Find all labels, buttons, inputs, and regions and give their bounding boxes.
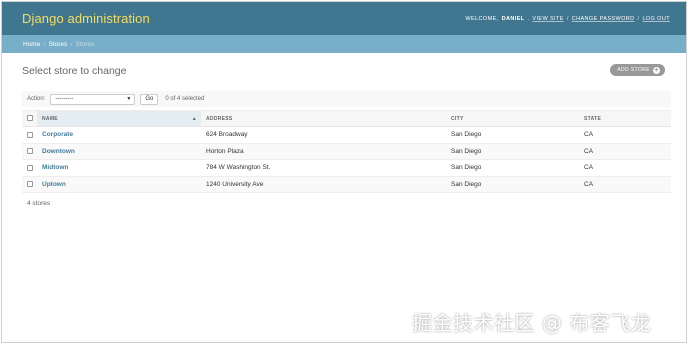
add-store-label: ADD STORE	[617, 67, 650, 73]
store-address: Horton Plaza	[201, 143, 446, 160]
select-all-header	[22, 110, 37, 127]
store-name-link[interactable]: Downtown	[42, 148, 75, 155]
view-site-link[interactable]: VIEW SITE	[532, 16, 563, 22]
row-checkbox[interactable]	[27, 148, 33, 155]
admin-header: Django administration WELCOME, DANIEL . …	[2, 2, 686, 35]
column-header-address[interactable]: ADDRESS	[201, 110, 446, 127]
table-header-row: NAME ▲ ADDRESS CITY STATE	[22, 110, 671, 127]
breadcrumb: Home › Stores › Stores	[2, 35, 686, 53]
action-select[interactable]: --------- ▼	[50, 93, 136, 105]
plus-icon: +	[653, 66, 660, 74]
column-header-city[interactable]: CITY	[446, 110, 579, 127]
change-password-link[interactable]: CHANGE PASSWORD	[572, 16, 635, 22]
page-title: Select store to change	[22, 65, 127, 77]
go-button[interactable]: Go	[140, 93, 159, 105]
logout-link[interactable]: LOG OUT	[642, 16, 670, 22]
store-city: San Diego	[446, 176, 579, 193]
select-all-checkbox[interactable]	[27, 115, 33, 122]
row-checkbox[interactable]	[27, 164, 33, 171]
store-state: CA	[579, 159, 671, 177]
table-row: Corporate 624 Broadway San Diego CA	[22, 126, 671, 144]
row-checkbox[interactable]	[27, 131, 33, 138]
username: DANIEL	[501, 15, 525, 22]
store-address: 624 Broadway	[201, 126, 446, 144]
store-city: San Diego	[446, 143, 579, 160]
selection-counter: 0 of 4 selected	[165, 96, 205, 102]
store-name-link[interactable]: Midtown	[42, 164, 68, 171]
content-area: Select store to change ADD STORE + Actio…	[2, 53, 686, 207]
watermark-text: 掘金技术社区 @ 布客飞龙	[412, 311, 652, 335]
breadcrumb-home[interactable]: Home	[23, 41, 40, 48]
store-city: San Diego	[446, 159, 579, 177]
store-address: 784 W Washington St.	[201, 159, 446, 177]
table-row: Uptown 1240 University Ave San Diego CA	[22, 176, 671, 193]
column-header-state[interactable]: STATE	[579, 110, 671, 127]
actions-bar: Action: --------- ▼ Go 0 of 4 selected	[22, 91, 671, 107]
sort-asc-icon[interactable]: ▲	[192, 116, 197, 122]
link-separator: /	[637, 15, 640, 22]
breadcrumb-current: Stores	[75, 40, 95, 48]
add-store-button[interactable]: ADD STORE +	[610, 64, 665, 76]
store-name-link[interactable]: Corporate	[42, 131, 73, 138]
store-city: San Diego	[446, 126, 579, 144]
link-separator: /	[566, 15, 569, 22]
store-address: 1240 University Ave	[201, 176, 446, 193]
breadcrumb-separator: ›	[43, 40, 46, 48]
site-brand[interactable]: Django administration	[22, 11, 150, 26]
table-row: Downtown Horton Plaza San Diego CA	[22, 143, 671, 160]
breadcrumb-separator: ›	[70, 40, 73, 48]
store-state: CA	[579, 143, 671, 160]
column-header-name[interactable]: NAME ▲	[37, 110, 201, 127]
browser-frame: Django administration WELCOME, DANIEL . …	[1, 1, 687, 343]
store-name-link[interactable]: Uptown	[42, 181, 66, 188]
breadcrumb-app[interactable]: Stores	[49, 41, 68, 48]
store-state: CA	[579, 126, 671, 144]
results-table: NAME ▲ ADDRESS CITY STATE Corporate 624 B…	[22, 110, 671, 193]
welcome-label: WELCOME,	[465, 15, 499, 22]
chevron-down-icon: ▼	[126, 96, 132, 102]
row-checkbox[interactable]	[27, 181, 33, 188]
action-select-value: ---------	[55, 96, 74, 102]
table-row: Midtown 784 W Washington St. San Diego C…	[22, 159, 671, 177]
paginator-count: 4 stores	[27, 200, 51, 207]
action-label: Action:	[27, 96, 46, 102]
store-state: CA	[579, 176, 671, 193]
user-tools: WELCOME, DANIEL . VIEW SITE / CHANGE PAS…	[465, 15, 670, 22]
